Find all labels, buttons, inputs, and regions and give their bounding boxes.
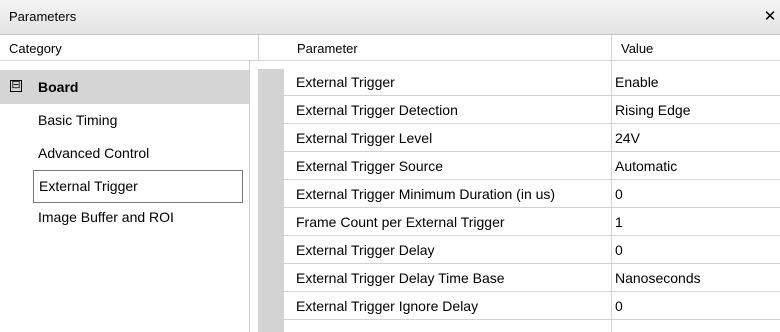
category-board[interactable]: ⊟ Board: [0, 70, 249, 104]
parameter-column-header[interactable]: Parameter: [297, 41, 358, 56]
param-name: External Trigger Delay Time Base: [296, 270, 505, 286]
column-divider: [611, 61, 612, 332]
param-value[interactable]: Enable: [615, 74, 659, 90]
param-name: External Trigger Ignore Delay: [296, 298, 479, 314]
param-name: External Trigger Detection: [296, 102, 458, 118]
param-name: External Trigger Minimum Duration (in us…: [296, 186, 556, 202]
param-row[interactable]: External Trigger Enable: [284, 69, 780, 96]
param-name: External Trigger Level: [296, 130, 433, 146]
category-image-buffer-roi[interactable]: Image Buffer and ROI: [38, 209, 174, 225]
category-external-trigger[interactable]: External Trigger: [33, 170, 243, 203]
param-name: Frame Count per External Trigger: [296, 214, 505, 230]
title-bar: Parameters ✕: [0, 0, 780, 35]
category-header: Category: [0, 35, 258, 61]
param-row[interactable]: External Trigger Minimum Duration (in us…: [284, 181, 780, 208]
param-value[interactable]: Nanoseconds: [615, 270, 701, 286]
header-divider: [611, 35, 612, 61]
param-name: External Trigger: [296, 74, 395, 90]
param-name: External Trigger Source: [296, 158, 444, 174]
param-row[interactable]: External Trigger Delay Time Base Nanosec…: [284, 265, 780, 292]
category-advanced-control[interactable]: Advanced Control: [38, 145, 149, 161]
row-header-gutter: [258, 69, 284, 332]
category-basic-timing[interactable]: Basic Timing: [38, 112, 117, 128]
param-value[interactable]: Rising Edge: [615, 102, 691, 118]
close-icon[interactable]: ✕: [762, 7, 778, 25]
param-name: External Trigger Delay: [296, 242, 435, 258]
param-value[interactable]: 0: [615, 242, 623, 258]
category-tree: ⊟ Board Basic Timing Advanced Control Ex…: [0, 61, 250, 332]
param-row[interactable]: External Trigger Source Automatic: [284, 153, 780, 180]
param-row[interactable]: External Trigger Delay 0: [284, 237, 780, 264]
param-row[interactable]: External Trigger Ignore Delay 0: [284, 293, 780, 320]
category-board-label: Board: [38, 79, 79, 95]
param-value[interactable]: 1: [615, 214, 623, 230]
category-external-trigger-label: External Trigger: [39, 178, 138, 194]
collapse-icon[interactable]: ⊟: [10, 80, 22, 92]
param-value[interactable]: 0: [615, 186, 623, 202]
param-row[interactable]: External Trigger Level 24V: [284, 125, 780, 152]
param-row[interactable]: External Trigger Detection Rising Edge: [284, 97, 780, 124]
parameter-header: Parameter Value: [258, 35, 780, 61]
param-value[interactable]: 0: [615, 298, 623, 314]
param-row[interactable]: Frame Count per External Trigger 1: [284, 209, 780, 236]
param-value[interactable]: 24V: [615, 130, 640, 146]
category-header-label: Category: [9, 41, 62, 56]
value-column-header[interactable]: Value: [621, 41, 653, 56]
param-value[interactable]: Automatic: [615, 158, 677, 174]
window-title: Parameters: [9, 9, 77, 24]
